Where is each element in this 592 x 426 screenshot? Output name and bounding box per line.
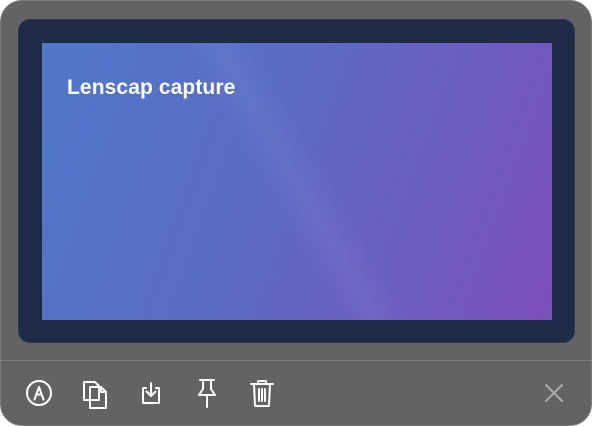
trash-icon xyxy=(248,377,276,409)
capture-preview[interactable]: Lenscap capture xyxy=(42,43,552,320)
annotate-icon xyxy=(25,379,53,407)
capture-window: Lenscap capture xyxy=(0,0,592,426)
preview-frame: Lenscap capture xyxy=(18,19,575,343)
save-icon xyxy=(137,379,165,407)
annotate-button[interactable] xyxy=(22,376,56,410)
copy-button[interactable] xyxy=(78,376,112,410)
toolbar xyxy=(1,361,591,425)
close-button[interactable] xyxy=(537,376,571,410)
save-button[interactable] xyxy=(134,376,168,410)
copy-icon xyxy=(80,376,110,410)
close-icon xyxy=(543,382,565,404)
delete-button[interactable] xyxy=(245,376,279,410)
pin-icon xyxy=(194,377,220,409)
capture-title: Lenscap capture xyxy=(67,76,236,99)
pin-button[interactable] xyxy=(190,376,224,410)
